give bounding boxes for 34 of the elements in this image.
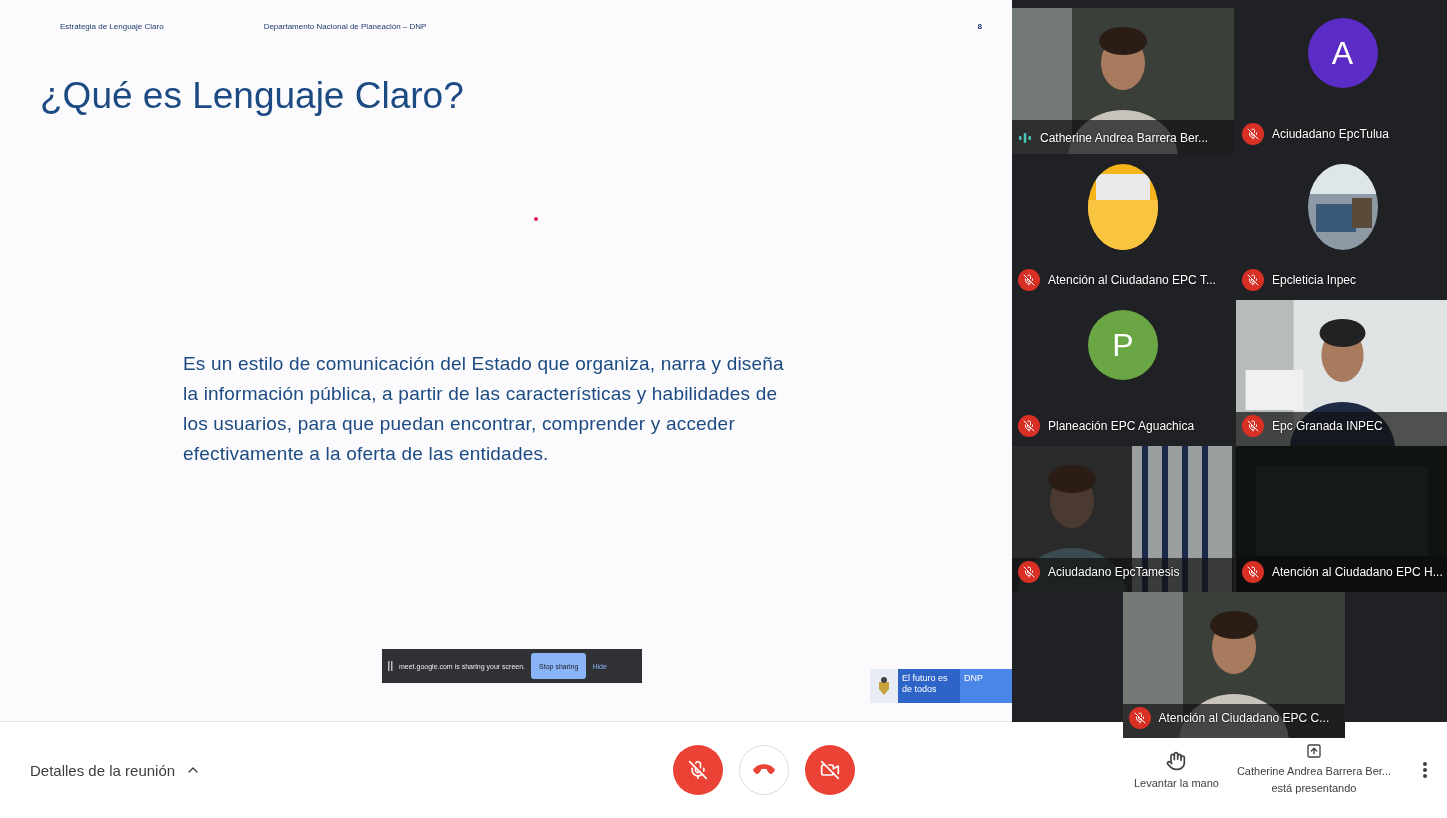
- more-vertical-icon: [1423, 762, 1427, 778]
- hand-icon: [1166, 751, 1187, 771]
- participant-name: Catherine Andrea Barrera Ber...: [1040, 131, 1209, 145]
- participant-name: Atención al Ciudadano EPC H...: [1272, 565, 1443, 579]
- raise-hand-button[interactable]: Levantar la mano: [1133, 751, 1219, 789]
- avatar: A: [1307, 18, 1378, 88]
- camera-button[interactable]: [805, 745, 856, 795]
- participant-name: Aciudadano EpcTulua: [1272, 127, 1389, 141]
- mic-off-icon: [688, 760, 709, 780]
- speaking-icon: [1018, 131, 1032, 145]
- dot-icon: [534, 217, 538, 221]
- participant-name: Atención al Ciudadano EPC C...: [1158, 711, 1330, 725]
- meeting-details-button[interactable]: Detalles de la reunión: [30, 761, 202, 779]
- logo-slogan: El futuro es de todos: [898, 669, 960, 703]
- participant-name: Epcleticia Inpec: [1272, 273, 1357, 287]
- page-number: 8: [977, 22, 982, 31]
- logo-entity: DNP: [960, 669, 1012, 703]
- coat-of-arms-icon: [877, 676, 891, 696]
- present-screen-icon: [1305, 743, 1322, 759]
- slide-title: ¿Qué es Lenguaje Claro?: [40, 75, 465, 117]
- slide-header: Estrategia de Lenguaje Claro: [60, 22, 164, 31]
- camera-off-icon: [820, 760, 841, 780]
- participant-name: Epc Granada INPEC: [1272, 419, 1383, 433]
- participant-name: Aciudadano EpcTamesis: [1048, 565, 1180, 579]
- slide-header: Departamento Nacional de Planeación – DNP: [263, 22, 427, 31]
- microphone-button[interactable]: [673, 745, 724, 795]
- participant-name: Planeación EPC Aguachica: [1048, 419, 1195, 433]
- drag-handle-icon[interactable]: [388, 661, 393, 671]
- slide-paragraph: Es un estilo de comunicación del Estado que organiza, narra y diseña la información pública, a partir de las características y habilidades de los usuarios, para que puedan encontrar, comprender y acceder efectivamente a la oferta de las entidades.: [183, 352, 785, 466]
- hang-up-button[interactable]: [739, 745, 790, 795]
- more-options-button[interactable]: [1423, 762, 1427, 778]
- presenting-button[interactable]: Catherine Andrea Barrera Ber... está presentando: [1236, 743, 1391, 797]
- participant-name: Atención al Ciudadano EPC T...: [1048, 273, 1216, 287]
- avatar: P: [1088, 310, 1158, 380]
